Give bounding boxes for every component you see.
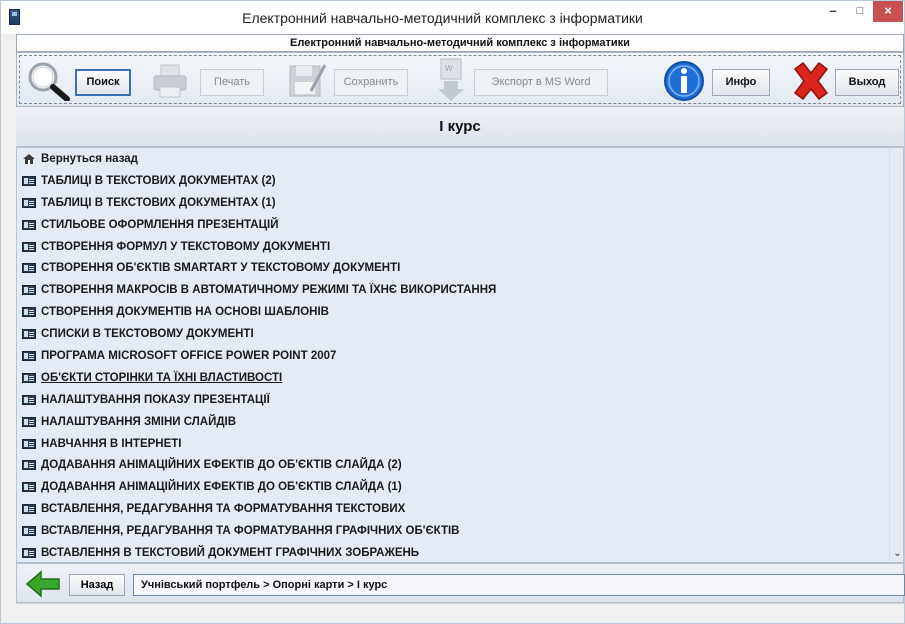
exit-button[interactable]: Выход	[835, 69, 899, 96]
topic-list-item[interactable]: НАЛАШТУВАННЯ ЗМІНИ СЛАЙДІВ	[17, 411, 889, 433]
vertical-scrollbar[interactable]: ⌄	[889, 148, 903, 562]
topic-list-item[interactable]: СТВОРЕННЯ ОБ'ЄКТІВ SMARTART У ТЕКСТОВОМУ…	[17, 257, 889, 279]
document-icon	[22, 394, 36, 405]
navigation-bar: Назад Учнівський портфель > Опорні карти…	[16, 563, 905, 603]
topic-list-item-label: СТВОРЕННЯ МАКРОСІВ В АВТОМАТИЧНОМУ РЕЖИМ…	[41, 284, 497, 297]
word-export-icon: W	[438, 58, 464, 101]
printer-icon	[153, 64, 187, 98]
topic-list-item-label: НАЛАШТУВАННЯ ЗМІНИ СЛАЙДІВ	[41, 415, 237, 428]
topic-list-item-label: ДОДАВАННЯ АНІМАЦІЙНИХ ЕФЕКТІВ ДО ОБ'ЄКТІ…	[41, 459, 402, 472]
back-list-item[interactable]: Вернуться назад	[17, 148, 889, 170]
topic-list-item-label: НАВЧАННЯ В ІНТЕРНЕТІ	[41, 437, 182, 450]
topic-list-item[interactable]: ПРОГРАМА MICROSOFT OFFICE POWER POINT 20…	[17, 345, 889, 367]
topic-list-item[interactable]: ТАБЛИЦІ В ТЕКСТОВИХ ДОКУМЕНТАХ (1)	[17, 192, 889, 214]
home-icon	[22, 153, 36, 165]
topic-list-item[interactable]: ВСТАВЛЕННЯ, РЕДАГУВАННЯ ТА ФОРМАТУВАННЯ …	[17, 498, 889, 520]
topic-list-item[interactable]: НАЛАШТУВАННЯ ПОКАЗУ ПРЕЗЕНТАЦІЇ	[17, 389, 889, 411]
topic-list-item[interactable]: ОБ'ЄКТИ СТОРІНКИ ТА ЇХНІ ВЛАСТИВОСТІ	[17, 367, 889, 389]
info-icon[interactable]	[663, 60, 705, 102]
save-button[interactable]: Сохранить	[334, 69, 408, 96]
document-icon	[22, 372, 36, 383]
topic-list-item[interactable]: СТВОРЕННЯ ФОРМУЛ У ТЕКСТОВОМУ ДОКУМЕНТІ	[17, 236, 889, 258]
document-icon	[22, 460, 36, 471]
document-icon	[22, 416, 36, 427]
scroll-down-arrow[interactable]: ⌄	[890, 546, 903, 562]
topic-list-item-label: ВСТАВЛЕННЯ В ТЕКСТОВИЙ ДОКУМЕНТ ГРАФІЧНИ…	[41, 546, 420, 559]
document-icon	[22, 219, 36, 230]
document-icon	[22, 307, 36, 318]
toolbar: Поиск Печать Сохранить W Экспорт в MS Wo…	[16, 52, 904, 107]
topic-list-item[interactable]: СТИЛЬОВЕ ОФОРМЛЕННЯ ПРЕЗЕНТАЦІЙ	[17, 214, 889, 236]
document-icon	[22, 285, 36, 296]
back-arrow-icon[interactable]	[25, 570, 61, 598]
document-icon	[22, 263, 36, 274]
document-icon	[22, 526, 36, 537]
topic-list-item-label: ПРОГРАМА MICROSOFT OFFICE POWER POINT 20…	[41, 349, 337, 362]
document-icon	[22, 547, 36, 558]
window-title: Електронний навчально-методичний комплек…	[242, 10, 643, 26]
topic-list-item-label: СПИСКИ В ТЕКСТОВОМУ ДОКУМЕНТІ	[41, 328, 254, 341]
topic-list-item-label: СТВОРЕННЯ ФОРМУЛ У ТЕКСТОВОМУ ДОКУМЕНТІ	[41, 240, 331, 253]
topic-list-item[interactable]: ВСТАВЛЕННЯ В ТЕКСТОВИЙ ДОКУМЕНТ ГРАФІЧНИ…	[17, 542, 889, 562]
back-button[interactable]: Назад	[69, 574, 125, 596]
document-icon	[22, 175, 36, 186]
topic-list-item[interactable]: ДОДАВАННЯ АНІМАЦІЙНИХ ЕФЕКТІВ ДО ОБ'ЄКТІ…	[17, 476, 889, 498]
status-bar	[16, 603, 904, 623]
document-icon	[22, 504, 36, 515]
breadcrumb: Учнівський портфель > Опорні карти > I к…	[133, 574, 905, 596]
export-word-button[interactable]: Экспорт в MS Word	[474, 69, 608, 96]
document-icon	[22, 329, 36, 340]
title-bar[interactable]: Електронний навчально-методичний комплек…	[1, 1, 904, 34]
topic-list-item[interactable]: СТВОРЕННЯ ДОКУМЕНТІВ НА ОСНОВІ ШАБЛОНІВ	[17, 301, 889, 323]
topic-list-item[interactable]: СТВОРЕННЯ МАКРОСІВ В АВТОМАТИЧНОМУ РЕЖИМ…	[17, 279, 889, 301]
topic-list-item-label: ОБ'ЄКТИ СТОРІНКИ ТА ЇХНІ ВЛАСТИВОСТІ	[41, 371, 283, 384]
info-button[interactable]: Инфо	[712, 69, 770, 96]
topic-list-item-label: ДОДАВАННЯ АНІМАЦІЙНИХ ЕФЕКТІВ ДО ОБ'ЄКТІ…	[41, 481, 402, 494]
floppy-save-icon	[289, 64, 327, 97]
minimize-button[interactable]: –	[819, 1, 847, 22]
topic-list-item-label: СТВОРЕННЯ ОБ'ЄКТІВ SMARTART У ТЕКСТОВОМУ…	[41, 262, 401, 275]
topic-list: Вернуться назад ТАБЛИЦІ В ТЕКСТОВИХ ДОКУ…	[17, 148, 889, 562]
svg-text:W: W	[445, 64, 453, 73]
subtitle-bar: Електронний навчально-методичний комплек…	[16, 34, 904, 52]
topic-list-item[interactable]: ТАБЛИЦІ В ТЕКСТОВИХ ДОКУМЕНТАХ (2)	[17, 170, 889, 192]
document-icon	[22, 241, 36, 252]
maximize-button[interactable]: □	[847, 1, 873, 22]
topic-list-item-label: ТАБЛИЦІ В ТЕКСТОВИХ ДОКУМЕНТАХ (1)	[41, 196, 276, 209]
topic-list-item[interactable]: ДОДАВАННЯ АНІМАЦІЙНИХ ЕФЕКТІВ ДО ОБ'ЄКТІ…	[17, 454, 889, 476]
exit-x-icon[interactable]	[789, 59, 833, 103]
document-icon	[22, 350, 36, 361]
topic-list-item-label: НАЛАШТУВАННЯ ПОКАЗУ ПРЕЗЕНТАЦІЇ	[41, 393, 270, 406]
back-list-item-label: Вернуться назад	[41, 152, 138, 165]
topic-list-item[interactable]: СПИСКИ В ТЕКСТОВОМУ ДОКУМЕНТІ	[17, 323, 889, 345]
section-title: I курс	[16, 107, 904, 147]
topic-list-item-label: ВСТАВЛЕННЯ, РЕДАГУВАННЯ ТА ФОРМАТУВАННЯ …	[41, 503, 406, 516]
close-button[interactable]: ×	[873, 1, 903, 22]
print-button[interactable]: Печать	[200, 69, 264, 96]
search-button[interactable]: Поиск	[75, 69, 131, 96]
topic-list-item-label: СТИЛЬОВЕ ОФОРМЛЕННЯ ПРЕЗЕНТАЦІЙ	[41, 218, 279, 231]
magnifier-icon[interactable]	[27, 61, 71, 101]
document-icon	[22, 438, 36, 449]
topic-list-item[interactable]: НАВЧАННЯ В ІНТЕРНЕТІ	[17, 433, 889, 455]
app-window: Електронний навчально-методичний комплек…	[0, 0, 905, 624]
topic-list-item-label: ВСТАВЛЕННЯ, РЕДАГУВАННЯ ТА ФОРМАТУВАННЯ …	[41, 525, 460, 538]
topic-list-item-label: СТВОРЕННЯ ДОКУМЕНТІВ НА ОСНОВІ ШАБЛОНІВ	[41, 306, 329, 319]
topic-list-panel: Вернуться назад ТАБЛИЦІ В ТЕКСТОВИХ ДОКУ…	[16, 147, 904, 563]
document-icon	[22, 197, 36, 208]
document-icon	[22, 482, 36, 493]
topic-list-item[interactable]: ВСТАВЛЕННЯ, РЕДАГУВАННЯ ТА ФОРМАТУВАННЯ …	[17, 520, 889, 542]
topic-list-item-label: ТАБЛИЦІ В ТЕКСТОВИХ ДОКУМЕНТАХ (2)	[41, 174, 276, 187]
